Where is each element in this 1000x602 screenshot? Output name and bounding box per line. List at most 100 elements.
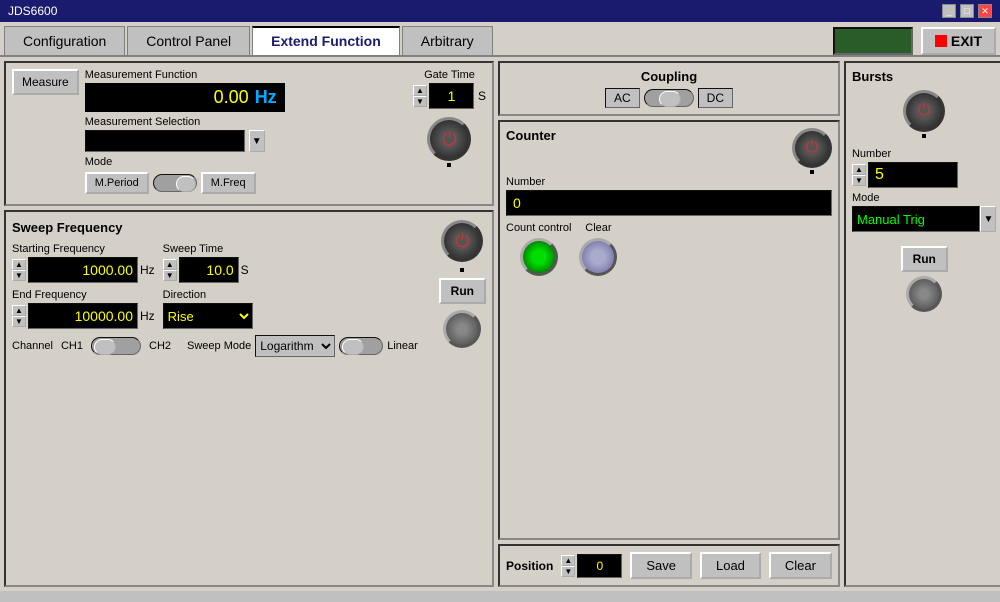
gate-down-btn[interactable]: ▼ — [413, 96, 427, 107]
starting-freq-label: Starting Frequency — [12, 243, 155, 255]
maximize-btn[interactable]: □ — [960, 4, 974, 18]
sweep-mode-toggle[interactable] — [339, 337, 383, 355]
bursts-knob[interactable] — [906, 276, 942, 312]
end-freq-spinner: ▲ ▼ — [12, 305, 26, 327]
exit-area: EXIT — [833, 27, 996, 55]
counter-power-indicator — [810, 170, 814, 174]
power-button-measure: ⏻ — [427, 117, 471, 169]
sweep-mode-row: Sweep Mode Logarithm Linear Linear — [187, 335, 418, 357]
mperiod-button[interactable]: M.Period — [85, 172, 149, 194]
power-indicator — [447, 163, 451, 167]
bursts-mode-row: Manual Trig ▼ — [852, 206, 997, 232]
measurement-selection-input[interactable] — [85, 130, 245, 152]
counter-clear-label: Clear — [585, 222, 611, 234]
coupling-section: Coupling AC DC — [498, 61, 840, 116]
direction-input-row: Rise Fall Rise&Fall — [163, 303, 253, 329]
sf-down-btn[interactable]: ▼ — [12, 270, 26, 281]
sweep-run-button[interactable]: Run — [439, 278, 486, 304]
bursts-section: Bursts ⏻ Number ▲ — [844, 61, 1000, 587]
counter-number-label: Number — [506, 176, 832, 188]
bursts-number-label: Number — [852, 148, 997, 160]
linear-label: Linear — [387, 340, 418, 352]
nav-tabs: Configuration Control Panel Extend Funct… — [0, 22, 1000, 57]
measure-section: Measure Measurement Function 0.00 Hz Mea… — [4, 61, 494, 206]
starting-freq-input[interactable]: 1000.00 — [28, 257, 138, 283]
bursts-power-icon: ⏻ — [918, 102, 931, 120]
end-freq-label: End Frequency — [12, 289, 155, 301]
st-down-btn[interactable]: ▼ — [163, 270, 177, 281]
freq-value: 0.00 — [214, 87, 249, 108]
close-btn[interactable]: ✕ — [978, 4, 992, 18]
tab-control-panel[interactable]: Control Panel — [127, 26, 250, 55]
count-control-btn[interactable] — [520, 238, 558, 276]
bursts-mode-display: Manual Trig — [852, 206, 981, 232]
measure-right: Measurement Function 0.00 Hz Measurement… — [85, 69, 285, 198]
ef-down-btn[interactable]: ▼ — [12, 316, 26, 327]
bursts-mode-arrow[interactable]: ▼ — [980, 206, 996, 232]
bursts-inner: ⏻ Number ▲ ▼ 5 — [852, 90, 1000, 312]
right-panel: Bursts ⏻ Number ▲ — [844, 61, 1000, 587]
load-button[interactable]: Load — [700, 552, 761, 579]
position-input-row: ▲ ▼ 0 — [561, 554, 622, 578]
tab-configuration[interactable]: Configuration — [4, 26, 125, 55]
gate-up-btn[interactable]: ▲ — [413, 85, 427, 96]
coupling-ac[interactable]: AC — [605, 88, 640, 108]
coupling-dc[interactable]: DC — [698, 88, 733, 108]
starting-freq-spinner: ▲ ▼ — [12, 259, 26, 281]
st-up-btn[interactable]: ▲ — [163, 259, 177, 270]
direction-label: Direction — [163, 289, 253, 301]
pos-down-btn[interactable]: ▼ — [561, 566, 575, 577]
sweep-mode-label: Sweep Mode — [187, 340, 251, 352]
gate-time-unit: S — [478, 89, 486, 103]
bursts-mode-section: Mode Manual Trig ▼ — [852, 192, 997, 232]
direction-field: Direction Rise Fall Rise&Fall — [163, 289, 253, 329]
bursts-mode-label: Mode — [852, 192, 997, 204]
bursts-run-button[interactable]: Run — [901, 246, 948, 272]
position-input[interactable]: 0 — [577, 554, 622, 578]
selection-arrow[interactable]: ▼ — [249, 130, 265, 152]
exit-button[interactable]: EXIT — [921, 27, 996, 55]
minimize-btn[interactable]: _ — [942, 4, 956, 18]
measure-power-btn[interactable]: ⏻ — [427, 117, 471, 161]
coupling-toggle: AC DC — [506, 88, 832, 108]
bursts-power-indicator — [922, 134, 926, 138]
sf-up-btn[interactable]: ▲ — [12, 259, 26, 270]
gate-time-input[interactable]: 1 — [429, 83, 474, 109]
bn-down-btn[interactable]: ▼ — [852, 175, 866, 186]
mode-toggle[interactable] — [153, 174, 197, 192]
freq-display: 0.00 Hz — [85, 83, 285, 112]
tab-extend-function[interactable]: Extend Function — [252, 26, 400, 55]
bursts-run-knob-area — [906, 276, 942, 312]
counter-power-btn[interactable]: ⏻ — [792, 128, 832, 168]
sweep-mode-knob — [342, 339, 364, 355]
sweep-time-input[interactable]: 10.0 — [179, 257, 239, 283]
end-freq-unit: Hz — [140, 309, 155, 323]
mfreq-button[interactable]: M.Freq — [201, 172, 256, 194]
direction-select[interactable]: Rise Fall Rise&Fall — [163, 303, 253, 329]
end-freq-row: End Frequency ▲ ▼ 10000.00 Hz — [12, 289, 431, 329]
count-ctrl-row: Count control Clear — [506, 222, 832, 276]
ef-up-btn[interactable]: ▲ — [12, 305, 26, 316]
sweep-mode-select[interactable]: Logarithm Linear — [255, 335, 335, 357]
ch1-toggle[interactable] — [91, 337, 141, 355]
power-icon: ⏻ — [442, 129, 456, 150]
sweep-power-btn[interactable]: ⏻ — [441, 220, 483, 262]
pos-up-btn[interactable]: ▲ — [561, 555, 575, 566]
mode-label: Mode — [85, 156, 113, 168]
bursts-power-btn[interactable]: ⏻ — [903, 90, 945, 132]
counter-label: Counter — [506, 128, 556, 143]
measure-button[interactable]: Measure — [12, 69, 79, 95]
counter-clear-btn[interactable] — [579, 238, 617, 276]
gate-time-section: Gate Time ▲ ▼ 1 S ⏻ — [413, 69, 486, 169]
coupling-slider[interactable] — [644, 89, 694, 107]
save-button[interactable]: Save — [630, 552, 692, 579]
position-clear-button[interactable]: Clear — [769, 552, 832, 579]
gate-time-spinner: ▲ ▼ — [413, 85, 427, 107]
title-bar: JDS6600 _ □ ✕ — [0, 0, 1000, 22]
sweep-knob[interactable] — [443, 310, 481, 348]
tab-arbitrary[interactable]: Arbitrary — [402, 26, 493, 55]
bn-up-btn[interactable]: ▲ — [852, 164, 866, 175]
starting-freq-field: Starting Frequency ▲ ▼ 1000.00 Hz — [12, 243, 155, 283]
sweep-time-input-row: ▲ ▼ 10.0 S — [163, 257, 249, 283]
end-freq-input[interactable]: 10000.00 — [28, 303, 138, 329]
